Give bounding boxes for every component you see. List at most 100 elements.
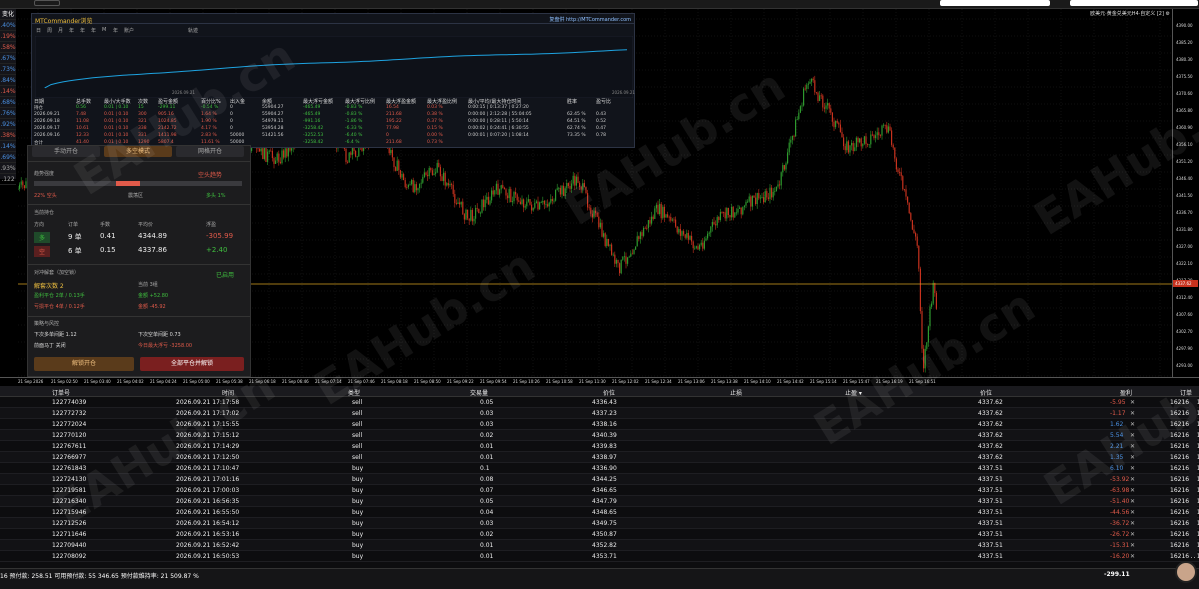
mtc-tab[interactable]: 年 [80,27,85,34]
table-scrollbar[interactable] [1189,397,1197,557]
col-order-id[interactable]: 订单号 [52,388,70,397]
change-item[interactable]: .67% [0,53,16,64]
col-type[interactable]: 类型 [348,388,360,397]
mtc-tab[interactable]: 周 [47,27,52,34]
close-order-icon[interactable]: ✕ [1130,432,1135,439]
time-tick: 21 Sep 11:30 [579,379,606,384]
table-row[interactable]: 122724130 2026.09.21 17:01:16 buy 0.08 4344.… [0,474,1199,485]
change-item[interactable]: .14% [0,141,16,152]
candle-body [505,189,507,196]
change-item[interactable]: .69% [0,152,16,163]
close-order-icon[interactable]: ✕ [1130,465,1135,472]
mtc-tab[interactable]: M [102,27,106,33]
close-order-icon[interactable]: ✕ [1130,520,1135,527]
unlock-open-button[interactable]: 解锁开仓 [34,357,134,371]
change-item[interactable]: .92% [0,119,16,130]
tab-long-short[interactable]: 多空模式 [104,146,172,157]
candle-body [572,175,574,184]
mtc-tab[interactable]: 年 [113,27,118,34]
close-order-icon[interactable]: ✕ [1130,553,1135,560]
close-order-icon[interactable]: ✕ [1130,421,1135,428]
col-order[interactable]: 订单 [1180,388,1192,397]
table-row[interactable]: 122709440 2026.09.21 16:52:42 buy 0.01 4352.… [0,540,1199,551]
candle-body [391,150,393,158]
toolbar-button[interactable] [34,0,60,6]
table-row[interactable]: 122770120 2026.09.21 17:15:12 sell 0.02 4340… [0,430,1199,441]
change-item[interactable]: .73% [0,64,16,75]
avatar[interactable] [1175,561,1197,583]
change-item[interactable]: .40% [0,20,16,31]
change-item[interactable]: .68% [0,97,16,108]
toolbar-search-box-2[interactable] [1070,0,1198,6]
mtc-tab[interactable]: 年 [69,27,74,34]
tab-manual[interactable]: 手动开仓 [32,146,100,157]
long-badge[interactable]: 多 [34,232,51,243]
table-row[interactable]: 122708092 2026.09.21 16:50:53 buy 0.01 4353.… [0,551,1199,562]
candle-body [403,174,405,181]
table-row[interactable]: 122772732 2026.09.21 17:17:02 sell 0.03 4337… [0,408,1199,419]
candle-body [550,198,552,203]
table-row[interactable]: 122774039 2026.09.21 17:17:58 sell 0.05 4336… [0,397,1199,408]
price-axis[interactable]: 4390.00 4385.20 4380.30 4375.50 4370.60 4365.… [1172,9,1199,377]
price-tick: 4302.70 [1176,329,1193,334]
close-order-icon[interactable]: ✕ [1130,443,1135,450]
table-row[interactable]: 122711646 2026.09.21 16:53:16 buy 0.02 4350.… [0,529,1199,540]
table-row[interactable]: 122719581 2026.09.21 17:00:03 buy 0.07 4346.… [0,485,1199,496]
mtc-tab[interactable]: 月 [58,27,63,34]
table-row[interactable]: 122767611 2026.09.21 17:14:29 sell 0.01 4339… [0,441,1199,452]
price-tick: 4336.70 [1176,210,1193,215]
stats-cell: 62.45 % [567,112,586,117]
table-row[interactable]: 122716340 2026.09.21 16:56:35 buy 0.05 4347.… [0,496,1199,507]
stats-cell: 62.74 % [567,126,586,131]
col-tp[interactable]: 止盈 ▾ [845,388,862,397]
open-price: 4336.43 [592,399,617,406]
table-row[interactable]: 122766977 2026.09.21 17:12:50 sell 0.01 4338… [0,452,1199,463]
close-order-icon[interactable]: ✕ [1130,487,1135,494]
table-row[interactable]: 122712526 2026.09.21 16:54:12 buy 0.03 4349.… [0,518,1199,529]
candle-body [425,172,427,175]
col-sl[interactable]: 止损 [730,388,742,397]
mtc-tab-track[interactable]: 轨迹 [188,27,198,34]
change-item[interactable]: .58% [0,42,16,53]
close-order-icon[interactable]: ✕ [1130,509,1135,516]
candle-body [627,257,629,264]
change-item[interactable]: .19% [0,31,16,42]
mtc-tab[interactable]: 账户 [124,27,134,34]
col-profit[interactable]: 盈利 [1120,388,1132,397]
hedge-loss-close: 亏损平仓 4单 / 0.12手 [34,304,85,310]
short-badge[interactable]: 空 [34,246,51,257]
candle-body [825,105,827,109]
change-item[interactable]: .93% [0,163,16,174]
close-order-icon[interactable]: ✕ [1130,531,1135,538]
close-order-icon[interactable]: ✕ [1130,476,1135,483]
close-order-icon[interactable]: ✕ [1130,498,1135,505]
candle-body [417,188,419,191]
close-all-unlock-button[interactable]: 全部平仓并解锁 [140,357,244,371]
close-order-icon[interactable]: ✕ [1130,454,1135,461]
change-item[interactable]: .14% [0,86,16,97]
table-row[interactable]: 122715946 2026.09.21 16:55:50 buy 0.04 4348.… [0,507,1199,518]
tab-grid[interactable]: 网格开仓 [176,146,244,157]
toolbar-search-box[interactable] [940,0,1050,6]
close-order-icon[interactable]: ✕ [1130,410,1135,417]
col-price[interactable]: 价位 [603,388,615,397]
change-item[interactable]: .76% [0,108,16,119]
col-volume[interactable]: 交易量 [470,388,488,397]
order-type: buy [352,553,364,560]
change-item[interactable]: .122 [0,174,16,185]
close-order-icon[interactable]: ✕ [1130,399,1135,406]
table-row[interactable]: 122761843 2026.09.21 17:10:47 buy 0.1 4336.9… [0,463,1199,474]
table-row[interactable]: 122772024 2026.09.21 17:15:55 sell 0.03 4338… [0,419,1199,430]
candle-body [766,191,768,198]
time-axis[interactable]: 21 Sep 2026 21 Sep 02:50 21 Sep 03:40 21 Se… [0,377,1199,386]
close-order-icon[interactable]: ✕ [1130,542,1135,549]
change-item[interactable]: .84% [0,75,16,86]
mtc-tab[interactable]: 年 [91,27,96,34]
candle-body [652,216,654,219]
col-cur-price[interactable]: 价位 [980,388,992,397]
change-item[interactable]: .38% [0,130,16,141]
col-time[interactable]: 时间 [222,388,234,397]
mtc-tab[interactable]: 日 [36,27,41,34]
stats-cell: -6.40 % [345,133,363,138]
mtc-link[interactable]: 复盘供 http://MTCommander.com [549,16,631,23]
